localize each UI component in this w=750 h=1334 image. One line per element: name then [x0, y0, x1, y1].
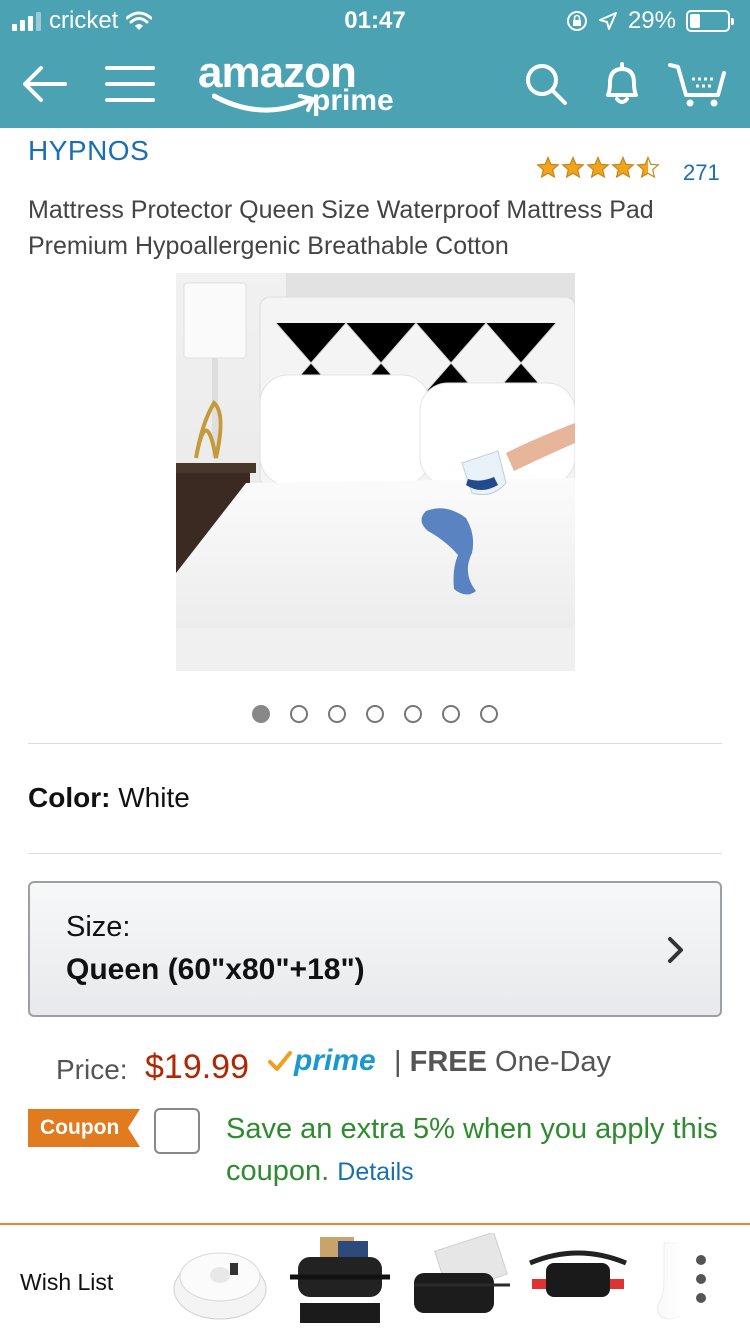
coupon-details-link[interactable]: Details: [337, 1158, 413, 1186]
divider: [28, 853, 722, 854]
price-row: Price: $19.99 prime | FREE One-Day: [56, 1044, 736, 1094]
product-image[interactable]: [176, 273, 575, 671]
more-options-button[interactable]: [650, 1225, 750, 1334]
cart-icon[interactable]: [668, 54, 728, 114]
color-value: White: [118, 782, 190, 813]
color-label: Color:: [28, 782, 111, 813]
pager-dot[interactable]: [252, 705, 270, 723]
star-icon: [536, 156, 560, 179]
coupon-description: Save an extra 5% when you apply this cou…: [226, 1113, 718, 1187]
image-pager[interactable]: [252, 705, 498, 723]
pager-dot[interactable]: [328, 705, 346, 723]
location-icon: [598, 12, 617, 30]
wish-list-item-seat-cushion[interactable]: [170, 1233, 270, 1329]
pager-dot[interactable]: [366, 705, 384, 723]
search-icon[interactable]: [516, 54, 576, 114]
divider: [28, 743, 722, 744]
color-selector: Color: White: [28, 782, 190, 814]
star-icon: [636, 156, 660, 179]
smile-icon: [212, 93, 315, 113]
wish-list-item-money-belt[interactable]: [290, 1233, 390, 1329]
menu-icon[interactable]: [100, 54, 160, 114]
price-value: $19.99: [145, 1048, 249, 1086]
check-icon: [268, 1051, 292, 1071]
pager-dot[interactable]: [480, 705, 498, 723]
back-arrow-icon[interactable]: [14, 54, 74, 114]
wish-list-strip: Wish List: [0, 1223, 750, 1334]
rotation-lock-icon: [566, 11, 587, 31]
coupon-text: Save an extra 5% when you apply this cou…: [226, 1108, 726, 1193]
battery-icon: [686, 10, 734, 32]
shipping-free: FREE: [409, 1046, 487, 1078]
size-selector-button[interactable]: Size: Queen (60"x80"+18"): [28, 881, 722, 1017]
vertical-dots-icon: [696, 1255, 706, 1303]
rating-count[interactable]: 271: [683, 160, 720, 186]
wish-list-item-running-belt[interactable]: [528, 1233, 628, 1329]
brand-link[interactable]: HYPNOS: [28, 135, 149, 167]
status-right: 29%: [566, 7, 734, 35]
logo-sub: prime: [312, 84, 394, 117]
shipping-speed: One-Day: [495, 1046, 612, 1078]
shipping-separator: |: [394, 1046, 402, 1078]
pager-dot[interactable]: [290, 705, 308, 723]
status-bar: cricket 01:47 29%: [0, 0, 750, 40]
wish-list-link[interactable]: Wish List: [20, 1269, 113, 1296]
star-icon: [611, 156, 635, 179]
wish-list-item-travel-pouch[interactable]: [410, 1231, 510, 1329]
product-title: Mattress Protector Queen Size Waterproof…: [28, 196, 654, 260]
size-value: Queen (60"x80"+18"): [66, 953, 365, 986]
pager-dot[interactable]: [442, 705, 460, 723]
coupon-badge: Coupon: [28, 1109, 140, 1147]
chevron-right-icon: [668, 937, 683, 963]
shipping-info: | FREE One-Day: [394, 1046, 611, 1079]
top-nav: amazon prime: [0, 40, 750, 128]
coupon-checkbox[interactable]: [154, 1108, 200, 1154]
rating-stars[interactable]: [536, 156, 660, 180]
star-icon: [586, 156, 610, 179]
battery-percent: 29%: [627, 7, 676, 34]
size-label: Size:: [66, 911, 131, 943]
prime-badge: prime: [268, 1044, 376, 1078]
prime-word: prime: [294, 1044, 376, 1077]
price-label: Price:: [56, 1054, 128, 1085]
amazon-prime-logo[interactable]: amazon prime: [198, 48, 408, 124]
pager-dot[interactable]: [404, 705, 422, 723]
bell-icon[interactable]: [592, 54, 652, 114]
star-icon: [561, 156, 585, 179]
